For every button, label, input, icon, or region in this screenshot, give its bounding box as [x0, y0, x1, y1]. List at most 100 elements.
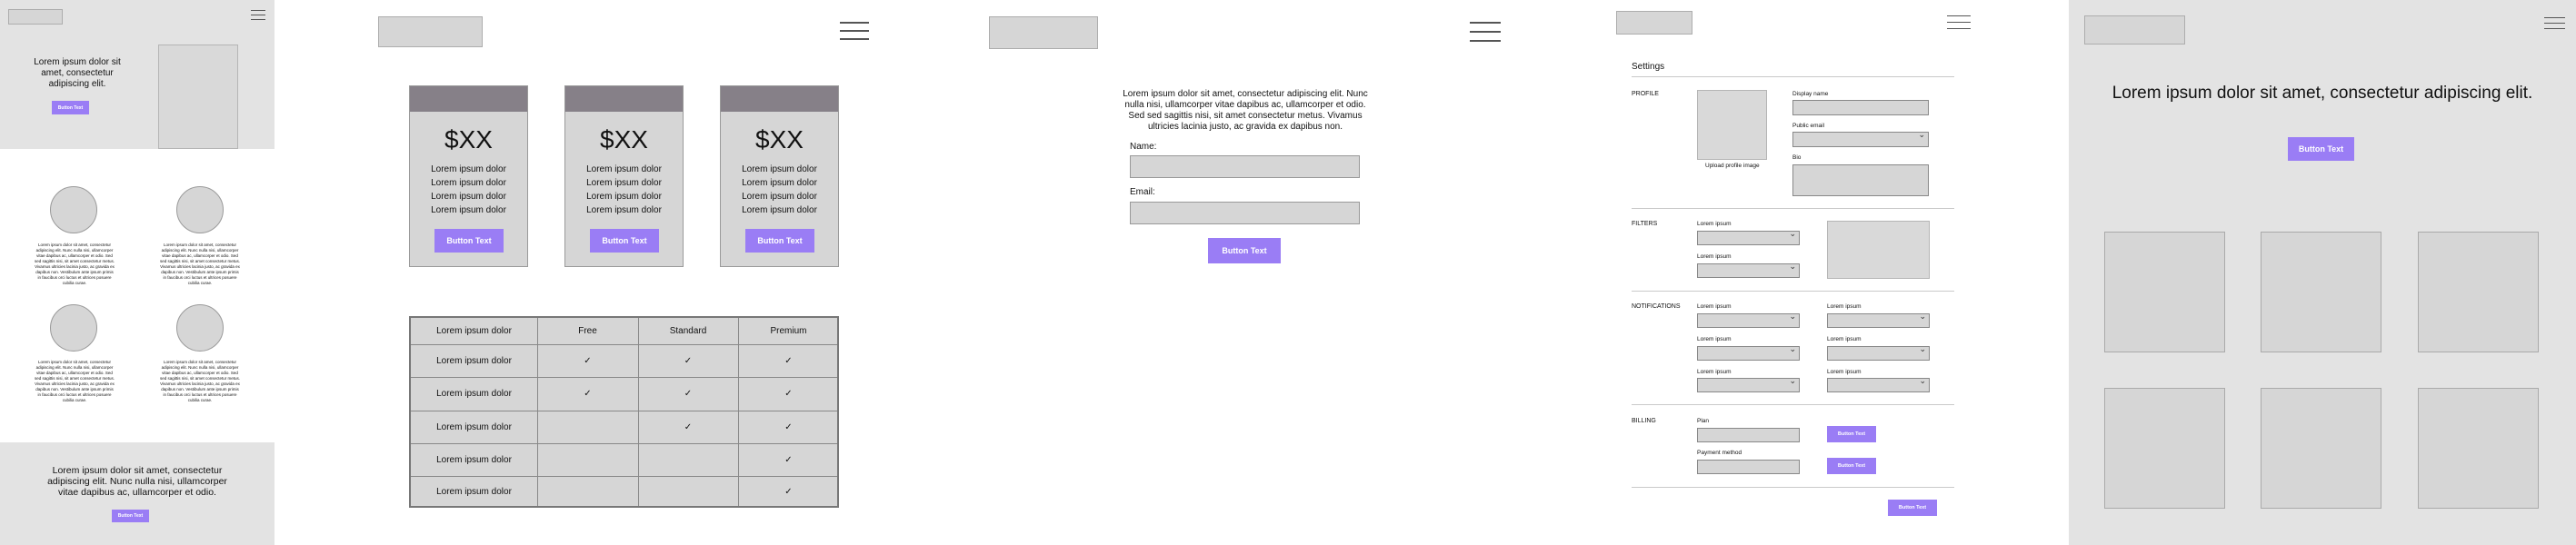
p4-hamburger-icon[interactable] [1947, 15, 1971, 29]
p2-card-price: $XX [600, 125, 648, 154]
check-icon: ✓ [784, 454, 793, 465]
p2-card-feature: Lorem ipsum dolor [742, 205, 817, 215]
p1-feature-image [50, 304, 97, 352]
p4-profile-image[interactable] [1697, 90, 1767, 160]
p4-section-billing: BILLING [1632, 418, 1656, 424]
p4-plan-field[interactable] [1697, 428, 1800, 442]
check-icon: ✓ [684, 421, 693, 432]
p5-image-placeholder [2104, 388, 2225, 509]
p1-feature-text: Lorem ipsum dolor sit amet, consectetur … [34, 360, 115, 402]
p4-bio-label: Bio [1792, 154, 1802, 161]
p4-divider [1632, 404, 1954, 405]
p5-hamburger-icon[interactable] [2544, 17, 2565, 29]
p4-page-title: Settings [1632, 62, 1665, 72]
p4-notification-select[interactable] [1697, 376, 1800, 392]
p4-notification-label: Lorem ipsum [1697, 369, 1732, 375]
table-row-label: Lorem ipsum dolor [436, 454, 512, 465]
p4-filter-select[interactable] [1697, 229, 1800, 245]
p4-divider [1632, 487, 1954, 488]
p1-hero-button[interactable]: Button Text [52, 101, 89, 114]
p2-card-button[interactable]: Button Text [745, 229, 814, 253]
p4-payment-field[interactable] [1697, 460, 1800, 474]
p4-logo[interactable] [1616, 11, 1692, 35]
p4-notification-label: Lorem ipsum [1697, 336, 1732, 342]
p3-intro-text: Lorem ipsum dolor sit amet, consectetur … [1123, 89, 1368, 132]
p4-payment-button[interactable]: Button Text [1827, 458, 1876, 474]
p1-feature-image [176, 304, 224, 352]
check-icon: ✓ [584, 355, 592, 366]
p2-card-feature: Lorem ipsum dolor [431, 205, 506, 215]
p3-name-field[interactable] [1130, 155, 1360, 178]
p5-button[interactable]: Button Text [2288, 137, 2354, 161]
p4-notification-label: Lorem ipsum [1827, 369, 1862, 375]
p4-notification-select[interactable] [1697, 312, 1800, 328]
p2-hamburger-icon[interactable] [840, 22, 869, 40]
p4-notification-select[interactable] [1827, 376, 1930, 392]
p2-card-price: $XX [755, 125, 804, 154]
p1-cta-button[interactable]: Button Text [112, 510, 149, 522]
table-row-label: Lorem ipsum dolor [436, 421, 512, 432]
p2-pricing-card: $XX Lorem ipsum dolor Lorem ipsum dolor … [564, 85, 684, 267]
p2-card-feature: Lorem ipsum dolor [742, 164, 817, 174]
p3-submit-button[interactable]: Button Text [1208, 238, 1281, 263]
p2-card-header [410, 86, 527, 112]
p4-notification-select[interactable] [1827, 312, 1930, 328]
p4-notification-select[interactable] [1697, 344, 1800, 361]
p4-bio-field[interactable] [1792, 164, 1929, 196]
p5-logo[interactable] [2084, 15, 2185, 45]
p3-email-field[interactable] [1130, 202, 1360, 224]
check-icon: ✓ [784, 355, 793, 366]
p2-logo[interactable] [378, 16, 483, 47]
p2-card-button[interactable]: Button Text [590, 229, 659, 253]
p2-comparison-table: Lorem ipsum dolor Free Standard Premium … [409, 316, 839, 508]
check-icon: ✓ [784, 421, 793, 432]
check-icon: ✓ [684, 389, 693, 399]
p4-section-profile: PROFILE [1632, 91, 1659, 97]
p4-section-notifications: NOTIFICATIONS [1632, 303, 1681, 310]
p5-image-placeholder [2104, 232, 2225, 352]
p4-upload-label[interactable]: Upload profile image [1705, 163, 1760, 169]
p4-notification-label: Lorem ipsum [1697, 303, 1732, 310]
p2-card-header [565, 86, 683, 112]
p2-card-feature: Lorem ipsum dolor [586, 192, 662, 202]
p3-logo[interactable] [989, 16, 1098, 49]
p1-logo[interactable] [8, 9, 63, 25]
p4-section-filters: FILTERS [1632, 221, 1658, 227]
p4-divider [1632, 208, 1954, 209]
p4-filter-select[interactable] [1697, 262, 1800, 278]
table-header-cell: Lorem ipsum dolor [436, 326, 512, 336]
p4-filter-label: Lorem ipsum [1697, 221, 1732, 227]
p1-feature-text: Lorem ipsum dolor sit amet, consectetur … [159, 243, 241, 285]
p4-plan-button[interactable]: Button Text [1827, 426, 1876, 442]
p2-card-feature: Lorem ipsum dolor [586, 178, 662, 188]
check-icon: ✓ [784, 389, 793, 399]
p2-card-feature: Lorem ipsum dolor [431, 192, 506, 202]
p4-filter-preview [1827, 221, 1930, 279]
p3-name-label: Name: [1130, 142, 1157, 152]
p1-feature-text: Lorem ipsum dolor sit amet, consectetur … [34, 243, 115, 285]
p5-image-placeholder [2261, 232, 2381, 352]
p2-card-price: $XX [444, 125, 493, 154]
p4-save-button[interactable]: Button Text [1888, 500, 1937, 516]
p3-hamburger-icon[interactable] [1470, 22, 1501, 42]
table-row-label: Lorem ipsum dolor [436, 487, 512, 497]
p1-hamburger-icon[interactable] [251, 10, 265, 20]
table-header-cell: Free [578, 326, 597, 336]
p1-feature-image [176, 186, 224, 233]
p2-card-button[interactable]: Button Text [434, 229, 504, 253]
p2-pricing-card: $XX Lorem ipsum dolor Lorem ipsum dolor … [409, 85, 528, 267]
p2-pricing-card: $XX Lorem ipsum dolor Lorem ipsum dolor … [720, 85, 839, 267]
table-row-label: Lorem ipsum dolor [436, 355, 512, 366]
p4-divider [1632, 291, 1954, 292]
p4-public-email-select[interactable] [1792, 130, 1929, 147]
p4-payment-label: Payment method [1697, 450, 1742, 456]
table-row-label: Lorem ipsum dolor [436, 389, 512, 399]
p1-cta-text: Lorem ipsum dolor sit amet, consectetur … [47, 465, 227, 498]
p4-display-name-field[interactable] [1792, 100, 1929, 115]
p2-card-header [721, 86, 838, 112]
p4-notification-label: Lorem ipsum [1827, 303, 1862, 310]
table-header-cell: Standard [669, 326, 707, 336]
p1-hero-text: Lorem ipsum dolor sit amet, consectetur … [34, 57, 121, 89]
p4-notification-label: Lorem ipsum [1827, 336, 1862, 342]
p4-notification-select[interactable] [1827, 344, 1930, 361]
